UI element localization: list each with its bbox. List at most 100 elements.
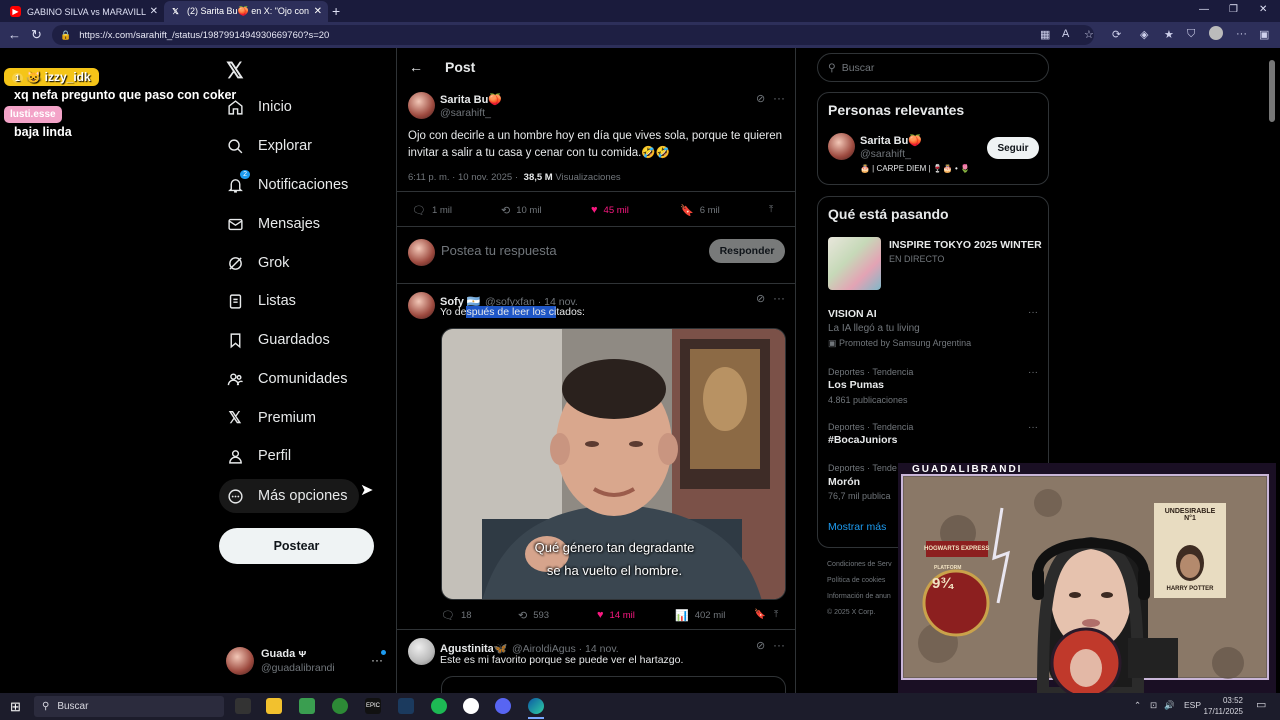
app-icon[interactable]: ▦ [1040,28,1050,41]
views-button[interactable]: 📊 402 mil [675,609,725,622]
nav-lists[interactable]: Listas [226,288,296,314]
more-dots-icon[interactable]: ··· [1028,422,1038,433]
trend-title[interactable]: Los Pumas [828,379,884,391]
refresh-icon[interactable]: ↻ [31,27,42,43]
nav-more-options[interactable]: Más opciones [219,479,360,513]
minimize-icon[interactable]: — [1199,4,1209,15]
maximize-icon[interactable]: ❐ [1229,4,1238,15]
epic-games-icon[interactable]: EPIC [365,698,381,714]
author-name[interactable]: Sarita Bu🍑 [860,134,922,147]
repost-button[interactable]: ⟲ 10 mil [501,204,542,217]
nav-explore[interactable]: Explorar [226,133,312,159]
avatar[interactable] [828,133,855,160]
event-thumbnail[interactable] [828,237,881,290]
footer-link[interactable]: Condiciones de Serv [827,557,892,573]
author-name[interactable]: Sarita Bu🍑 [440,93,502,106]
minecraft-icon[interactable] [299,698,315,714]
profile-avatar-icon[interactable] [1209,26,1223,40]
account-switcher[interactable]: Guada ᴪ @guadalibrandi ··· [226,645,386,679]
address-bar[interactable]: 🔒 https://x.com/sarahift_/status/1987991… [52,25,1094,45]
extension-icon[interactable]: ◈ [1140,28,1148,41]
post-button[interactable]: Postear [219,528,374,564]
author-handle[interactable]: @sarahift_ [440,107,491,119]
reply-submit-button[interactable]: Responder [709,239,785,263]
search-input[interactable]: ⚲ Buscar [817,53,1049,82]
footer-link[interactable]: Información de anun [827,589,892,605]
browser-tab-youtube[interactable]: ▶ GABINO SILVA vs MARAVILLA - S ✕ [4,1,164,22]
trend-title[interactable]: INSPIRE TOKYO 2025 WINTER [889,239,1042,251]
xbox-icon[interactable] [332,698,348,714]
nav-grok[interactable]: Grok [226,250,289,276]
more-dots-icon[interactable]: ··· [773,91,785,105]
footer-link[interactable]: Política de cookies [827,573,892,589]
x-logo-icon[interactable]: 𝕏 [226,58,244,84]
more-dots-icon[interactable]: ··· [1028,307,1038,318]
volume-icon[interactable]: 🔊 [1164,700,1175,711]
read-aloud-icon[interactable]: A [1062,28,1069,40]
nav-profile[interactable]: Perfil [226,443,291,469]
reply-button[interactable]: 🗨 1 mil [412,204,452,217]
more-dots-icon[interactable]: ··· [773,638,785,652]
clock[interactable]: 03:52 17/11/2025 [1203,695,1243,717]
avatar[interactable] [408,292,435,319]
nav-premium[interactable]: 𝕏 Premium [226,405,316,431]
notification-center-icon[interactable]: ▭ [1256,698,1266,711]
bookmark-button[interactable]: 🔖 6 mil [680,204,720,217]
tray-chevron-icon[interactable]: ⌃ [1134,700,1141,711]
favorites-icon[interactable]: ★ [1164,28,1174,41]
follow-button[interactable]: Seguir [987,137,1039,159]
nav-messages[interactable]: Mensajes [226,211,320,237]
like-button[interactable]: ♥ 14 mil [597,609,635,621]
media-preview[interactable] [441,676,786,693]
bookmark-icon[interactable]: 🔖 [754,609,766,620]
trend-title[interactable]: #BocaJuniors [828,434,897,446]
reply-button[interactable]: 🗨 18 [441,609,472,622]
extensions-icon[interactable]: ⟳ [1112,28,1121,41]
close-tab-icon[interactable]: ✕ [150,6,158,17]
new-tab-icon[interactable]: + [332,3,340,19]
file-explorer-icon[interactable] [266,698,282,714]
copyright-text: © 2025 X Corp. [827,609,876,616]
windows-start-icon[interactable]: ⊞ [10,699,21,715]
share-icon[interactable]: ⤒ [769,204,773,215]
shield-icon[interactable]: ⛉ [1187,28,1195,41]
more-dots-icon[interactable]: ··· [1028,367,1038,378]
back-icon[interactable]: ← [8,27,21,42]
browser-tab-x[interactable]: 𝕏 (2) Sarita Bu🍑 en X: "Ojo con de ✕ [164,1,328,22]
show-more-link[interactable]: Mostrar más [828,521,886,533]
spotify-icon[interactable] [431,698,447,714]
menu-dots-icon[interactable]: ··· [1236,28,1247,40]
nav-notifications[interactable]: 2 Notificaciones [226,170,348,198]
task-view-icon[interactable] [235,698,251,714]
obs-icon[interactable] [463,698,479,714]
trend-title[interactable]: Morón [828,476,860,488]
gif-media[interactable]: Qué género tan degradante se ha vuelto e… [441,328,786,600]
avatar[interactable] [408,638,435,665]
share-icon[interactable]: ⤒ [774,609,778,620]
back-arrow-icon[interactable]: ← [409,59,423,75]
repost-button[interactable]: ⟲ 593 [518,609,549,622]
discord-icon[interactable] [495,698,511,714]
reply-input[interactable]: Postea tu respuesta [441,243,557,258]
scrollbar-thumb[interactable] [1269,60,1275,122]
nav-home[interactable]: Inicio [226,94,292,120]
author-handle[interactable]: @sarahift_ [860,148,911,160]
nav-communities[interactable]: Comunidades [226,366,347,392]
language-indicator[interactable]: ESP [1184,700,1201,710]
like-button[interactable]: ♥ 45 mil [591,204,629,216]
taskbar-search[interactable]: ⚲ Buscar [34,696,224,717]
grok-icon[interactable]: ⊘ [756,92,765,105]
more-dots-icon[interactable]: ··· [773,291,785,305]
trend-title[interactable]: VISION AI [828,308,877,320]
edge-browser-icon[interactable] [528,698,544,714]
close-tab-icon[interactable]: ✕ [314,6,322,17]
sidebar-toggle-icon[interactable]: ▣ [1259,28,1269,41]
grok-icon[interactable]: ⊘ [756,292,765,305]
nav-bookmarks[interactable]: Guardados [226,327,330,353]
network-icon[interactable]: ⊡ [1150,700,1157,711]
avatar[interactable] [408,92,435,119]
grok-icon[interactable]: ⊘ [756,639,765,652]
close-window-icon[interactable]: ✕ [1259,4,1267,15]
steam-icon[interactable] [398,698,414,714]
favorite-star-icon[interactable]: ☆ [1084,28,1094,41]
